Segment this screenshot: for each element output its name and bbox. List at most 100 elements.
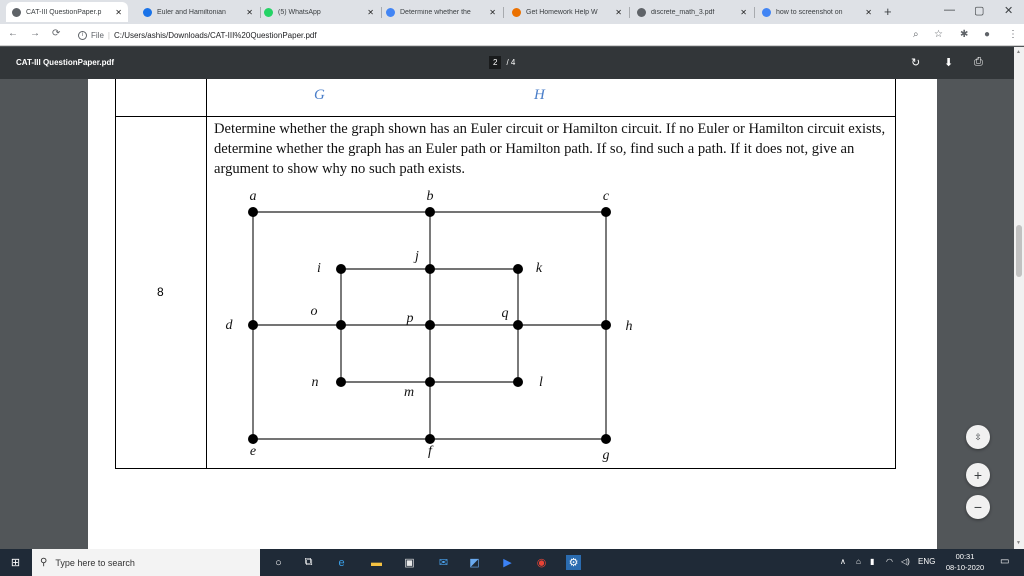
- bookmark-star-icon[interactable]: ☆: [934, 29, 943, 40]
- graph-vertex-label-g: g: [603, 448, 610, 463]
- globe-icon: [12, 7, 21, 17]
- extensions-icon[interactable]: ✱: [960, 29, 968, 40]
- graph-vertex-label-i: i: [317, 261, 321, 276]
- tab-title: discrete_math_3.pdf: [651, 8, 715, 16]
- graph-vertex-i: [336, 264, 346, 274]
- battery-icon[interactable]: ▮: [870, 557, 874, 566]
- graph-vertex-label-h: h: [626, 319, 633, 334]
- file-explorer-icon[interactable]: ▬: [369, 555, 384, 570]
- minimize-icon[interactable]: —: [944, 4, 955, 16]
- photos-icon[interactable]: ◩: [467, 555, 482, 570]
- taskbar-search[interactable]: ⚲ Type here to search: [32, 549, 260, 576]
- graph-vertex-c: [601, 207, 611, 217]
- graph-vertex-g: [601, 434, 611, 444]
- browser-tab[interactable]: discrete_math_3.pdf ✕: [631, 2, 753, 22]
- mail-icon[interactable]: ✉: [436, 555, 451, 570]
- windows-start-icon[interactable]: ⊞: [8, 555, 23, 570]
- graph-vertex-label-a: a: [250, 189, 257, 204]
- pdf-page: G H 8 Determine whether the graph shown …: [88, 79, 937, 549]
- graph-vertex-label-m: m: [404, 385, 414, 400]
- video-icon[interactable]: ▶: [500, 555, 515, 570]
- url-text[interactable]: C:/Users/ashis/Downloads/CAT-III%20Quest…: [114, 31, 317, 40]
- graph-vertex-k: [513, 264, 523, 274]
- print-icon[interactable]: ⎙: [974, 56, 983, 69]
- network-icon[interactable]: ⌂: [856, 557, 861, 566]
- graph-vertex-f: [425, 434, 435, 444]
- volume-icon[interactable]: ◁): [901, 557, 910, 566]
- tab-strip: + — ▢ ✕ CAT-III QuestionPaper.p ✕ Euler an…: [0, 0, 1024, 24]
- tab-title: how to screenshot on: [776, 8, 843, 16]
- graph-vertex-l: [513, 377, 523, 387]
- back-icon[interactable]: ←: [8, 28, 18, 39]
- download-icon[interactable]: ⬇: [944, 56, 953, 69]
- google-icon: [762, 7, 771, 17]
- whatsapp-icon: [264, 7, 273, 17]
- menu-icon[interactable]: ⋮: [1008, 29, 1018, 40]
- graph-vertex-q: [513, 320, 523, 330]
- browser-tab[interactable]: how to screenshot on ✕: [756, 2, 878, 22]
- maximize-icon[interactable]: ▢: [974, 4, 984, 17]
- graph-vertex-e: [248, 434, 258, 444]
- vertical-scrollbar[interactable]: ▲ ▼: [1014, 47, 1024, 549]
- graph-vertex-label-f: f: [428, 444, 434, 459]
- current-page-input[interactable]: 2: [489, 56, 502, 69]
- forward-icon[interactable]: →: [30, 28, 40, 39]
- close-tab-icon[interactable]: ✕: [740, 8, 747, 17]
- google-icon: [386, 7, 395, 17]
- cortana-icon[interactable]: ○: [271, 555, 286, 570]
- browser-tab[interactable]: (5) WhatsApp ✕: [258, 2, 380, 22]
- scrollbar-thumb[interactable]: [1016, 225, 1022, 277]
- language-indicator[interactable]: ENG: [918, 557, 935, 566]
- close-window-icon[interactable]: ✕: [1004, 4, 1013, 17]
- site-info-icon[interactable]: i: [78, 30, 87, 40]
- tab-separator: [754, 7, 755, 18]
- pdf-file-title: CAT-III QuestionPaper.pdf: [16, 58, 115, 67]
- clock[interactable]: 00:31 08-10-2020: [940, 551, 990, 573]
- browser-tab[interactable]: Get Homework Help W ✕: [506, 2, 628, 22]
- zoom-out-button[interactable]: −: [966, 495, 990, 519]
- total-pages: 4: [510, 58, 516, 67]
- graph-vertex-label-b: b: [427, 189, 434, 204]
- edge-icon[interactable]: e: [334, 555, 349, 570]
- reload-icon[interactable]: ⟳: [52, 28, 60, 39]
- close-tab-icon[interactable]: ✕: [865, 8, 872, 17]
- browser-tab[interactable]: Determine whether the ✕: [380, 2, 502, 22]
- close-tab-icon[interactable]: ✕: [246, 8, 253, 17]
- notifications-icon[interactable]: ▭: [1000, 556, 1009, 567]
- wifi-icon[interactable]: ◠: [886, 557, 893, 566]
- scroll-up-icon[interactable]: ▲: [1016, 49, 1021, 55]
- new-tab-button[interactable]: +: [884, 4, 892, 19]
- graph-vertex-b: [425, 207, 435, 217]
- graph-vertex-a: [248, 207, 258, 217]
- graph-vertex-label-j: j: [413, 249, 419, 264]
- address-bar[interactable]: i File | C:/Users/ashis/Downloads/CAT-II…: [78, 27, 898, 43]
- tray-expand-icon[interactable]: ∧: [840, 557, 846, 566]
- tab-separator: [503, 7, 504, 18]
- close-tab-icon[interactable]: ✕: [489, 8, 496, 17]
- task-view-icon[interactable]: ⧉: [301, 555, 316, 570]
- tab-title: Euler and Hamiltonian: [157, 8, 226, 16]
- clock-date: 08-10-2020: [945, 563, 985, 572]
- graph-vertex-label-l: l: [539, 375, 543, 390]
- graph-vertex-label-n: n: [312, 375, 319, 390]
- chrome-icon[interactable]: ◉: [534, 555, 549, 570]
- browser-tab[interactable]: Euler and Hamiltonian ✕: [137, 2, 259, 22]
- pdf-viewport[interactable]: G H 8 Determine whether the graph shown …: [0, 79, 1014, 549]
- store-icon[interactable]: ▣: [402, 555, 417, 570]
- zoom-icon[interactable]: ⌕: [913, 29, 919, 40]
- close-tab-icon[interactable]: ✕: [115, 8, 122, 17]
- settings-app-icon[interactable]: ⚙: [566, 555, 581, 570]
- rotate-icon[interactable]: ↻: [911, 56, 920, 69]
- graph-vertex-label-o: o: [311, 304, 318, 319]
- close-tab-icon[interactable]: ✕: [367, 8, 374, 17]
- l-site-icon: [143, 7, 152, 17]
- page-indicator: 2 / 4: [489, 56, 515, 69]
- browser-tab[interactable]: CAT-III QuestionPaper.p ✕: [6, 2, 128, 22]
- graph-vertex-label-k: k: [536, 261, 543, 276]
- graph-vertex-label-d: d: [226, 318, 234, 333]
- scroll-down-icon[interactable]: ▼: [1016, 540, 1021, 546]
- close-tab-icon[interactable]: ✕: [615, 8, 622, 17]
- fit-page-button[interactable]: ⇳: [966, 425, 990, 449]
- zoom-in-button[interactable]: +: [966, 463, 990, 487]
- profile-icon[interactable]: ●: [984, 29, 990, 40]
